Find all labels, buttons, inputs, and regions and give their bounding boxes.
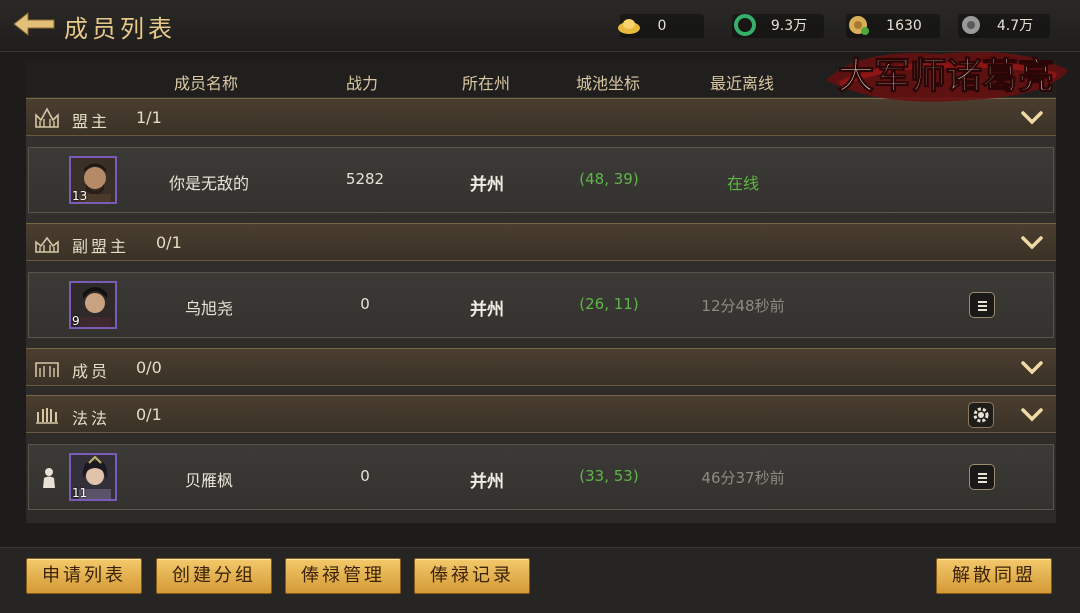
disband-alliance-button[interactable]: 解散同盟 (936, 558, 1052, 594)
column-header-power: 战力 (345, 74, 378, 93)
vice-leader-rank-icon (35, 236, 59, 253)
member-list-panel: 成员名称 战力 所在州 城池坐标 最近离线 盟主 1/1 13 你是无敌的 52… (26, 61, 1056, 523)
column-header-state: 所在州 (461, 74, 510, 93)
member-rank-icon (35, 362, 59, 377)
member-name: 乌旭尧 (184, 299, 233, 318)
column-header-coord: 城池坐标 (575, 74, 640, 93)
member-row[interactable]: 13 你是无敌的 5282 并州 (48, 39) 在线 (28, 147, 1054, 213)
resource-silver: 4.7万 (958, 14, 1050, 38)
member-name: 你是无敌的 (168, 174, 249, 193)
group-name: 副盟主 (72, 237, 130, 256)
group-header-custom[interactable]: 法法 0/1 (26, 395, 1056, 433)
gear-icon (973, 407, 989, 423)
member-power: 5282 (345, 170, 385, 188)
salary-manage-button[interactable]: 俸禄管理 (285, 558, 401, 594)
avatar: 11 (69, 453, 117, 501)
member-last-offline: 12分48秒前 (701, 297, 785, 315)
group-name: 成员 (72, 362, 111, 381)
member-state: 并州 (470, 175, 504, 195)
group-header-members[interactable]: 成员 0/0 (26, 348, 1056, 386)
level-label: 11 (72, 486, 88, 500)
member-row[interactable]: 11 贝雁枫 0 并州 (33, 53) 46分37秒前 (28, 444, 1054, 510)
member-last-offline: 在线 (726, 174, 759, 193)
group-count: 1/1 (136, 108, 162, 127)
back-arrow-icon[interactable] (12, 10, 56, 38)
member-menu-button[interactable] (969, 292, 995, 318)
member-last-offline: 46分37秒前 (701, 469, 785, 487)
svg-text:大军师诸葛亮: 大军师诸葛亮 (838, 55, 1054, 97)
member-power: 0 (360, 295, 370, 313)
avatar: 9 (69, 281, 117, 329)
create-group-button[interactable]: 创建分组 (156, 558, 272, 594)
group-count: 0/1 (136, 405, 162, 424)
member-state: 并州 (470, 472, 504, 492)
resource-jade: 9.3万 (732, 14, 824, 38)
member-coord[interactable]: (26, 11) (559, 295, 659, 313)
game-logo: 大军师诸葛亮 (826, 52, 1068, 102)
person-icon (43, 468, 55, 488)
member-power: 0 (360, 467, 370, 485)
member-name: 贝雁枫 (184, 471, 233, 490)
chevron-down-icon[interactable] (1020, 359, 1044, 377)
member-menu-button[interactable] (969, 464, 995, 490)
group-name: 法法 (72, 409, 111, 428)
custom-group-icon (36, 408, 58, 424)
chevron-down-icon[interactable] (1020, 109, 1044, 127)
salary-record-button[interactable]: 俸禄记录 (414, 558, 530, 594)
avatar: 13 (69, 156, 117, 204)
member-coord[interactable]: (33, 53) (559, 467, 659, 485)
column-header-name: 成员名称 (173, 74, 238, 93)
resource-gold: 0 (618, 14, 704, 38)
group-settings-button[interactable] (968, 402, 994, 428)
member-state: 并州 (470, 300, 504, 320)
group-header-vice-leader[interactable]: 副盟主 0/1 (26, 223, 1056, 261)
group-name: 盟主 (72, 112, 111, 131)
member-row[interactable]: 9 乌旭尧 0 并州 (26, 11) 12分48秒前 (28, 272, 1054, 338)
page-title: 成员列表 (64, 15, 176, 43)
chevron-down-icon[interactable] (1020, 234, 1044, 252)
level-label: 13 (72, 189, 88, 203)
member-coord[interactable]: (48, 39) (559, 170, 659, 188)
resource-copper: 1630 (846, 14, 940, 38)
chevron-down-icon[interactable] (1020, 406, 1044, 424)
column-header-last-offline: 最近离线 (709, 74, 774, 93)
group-count: 0/0 (136, 358, 162, 377)
leader-rank-icon (35, 107, 59, 128)
apply-list-button[interactable]: 申请列表 (26, 558, 142, 594)
level-label: 9 (72, 314, 80, 328)
group-count: 0/1 (156, 233, 182, 252)
